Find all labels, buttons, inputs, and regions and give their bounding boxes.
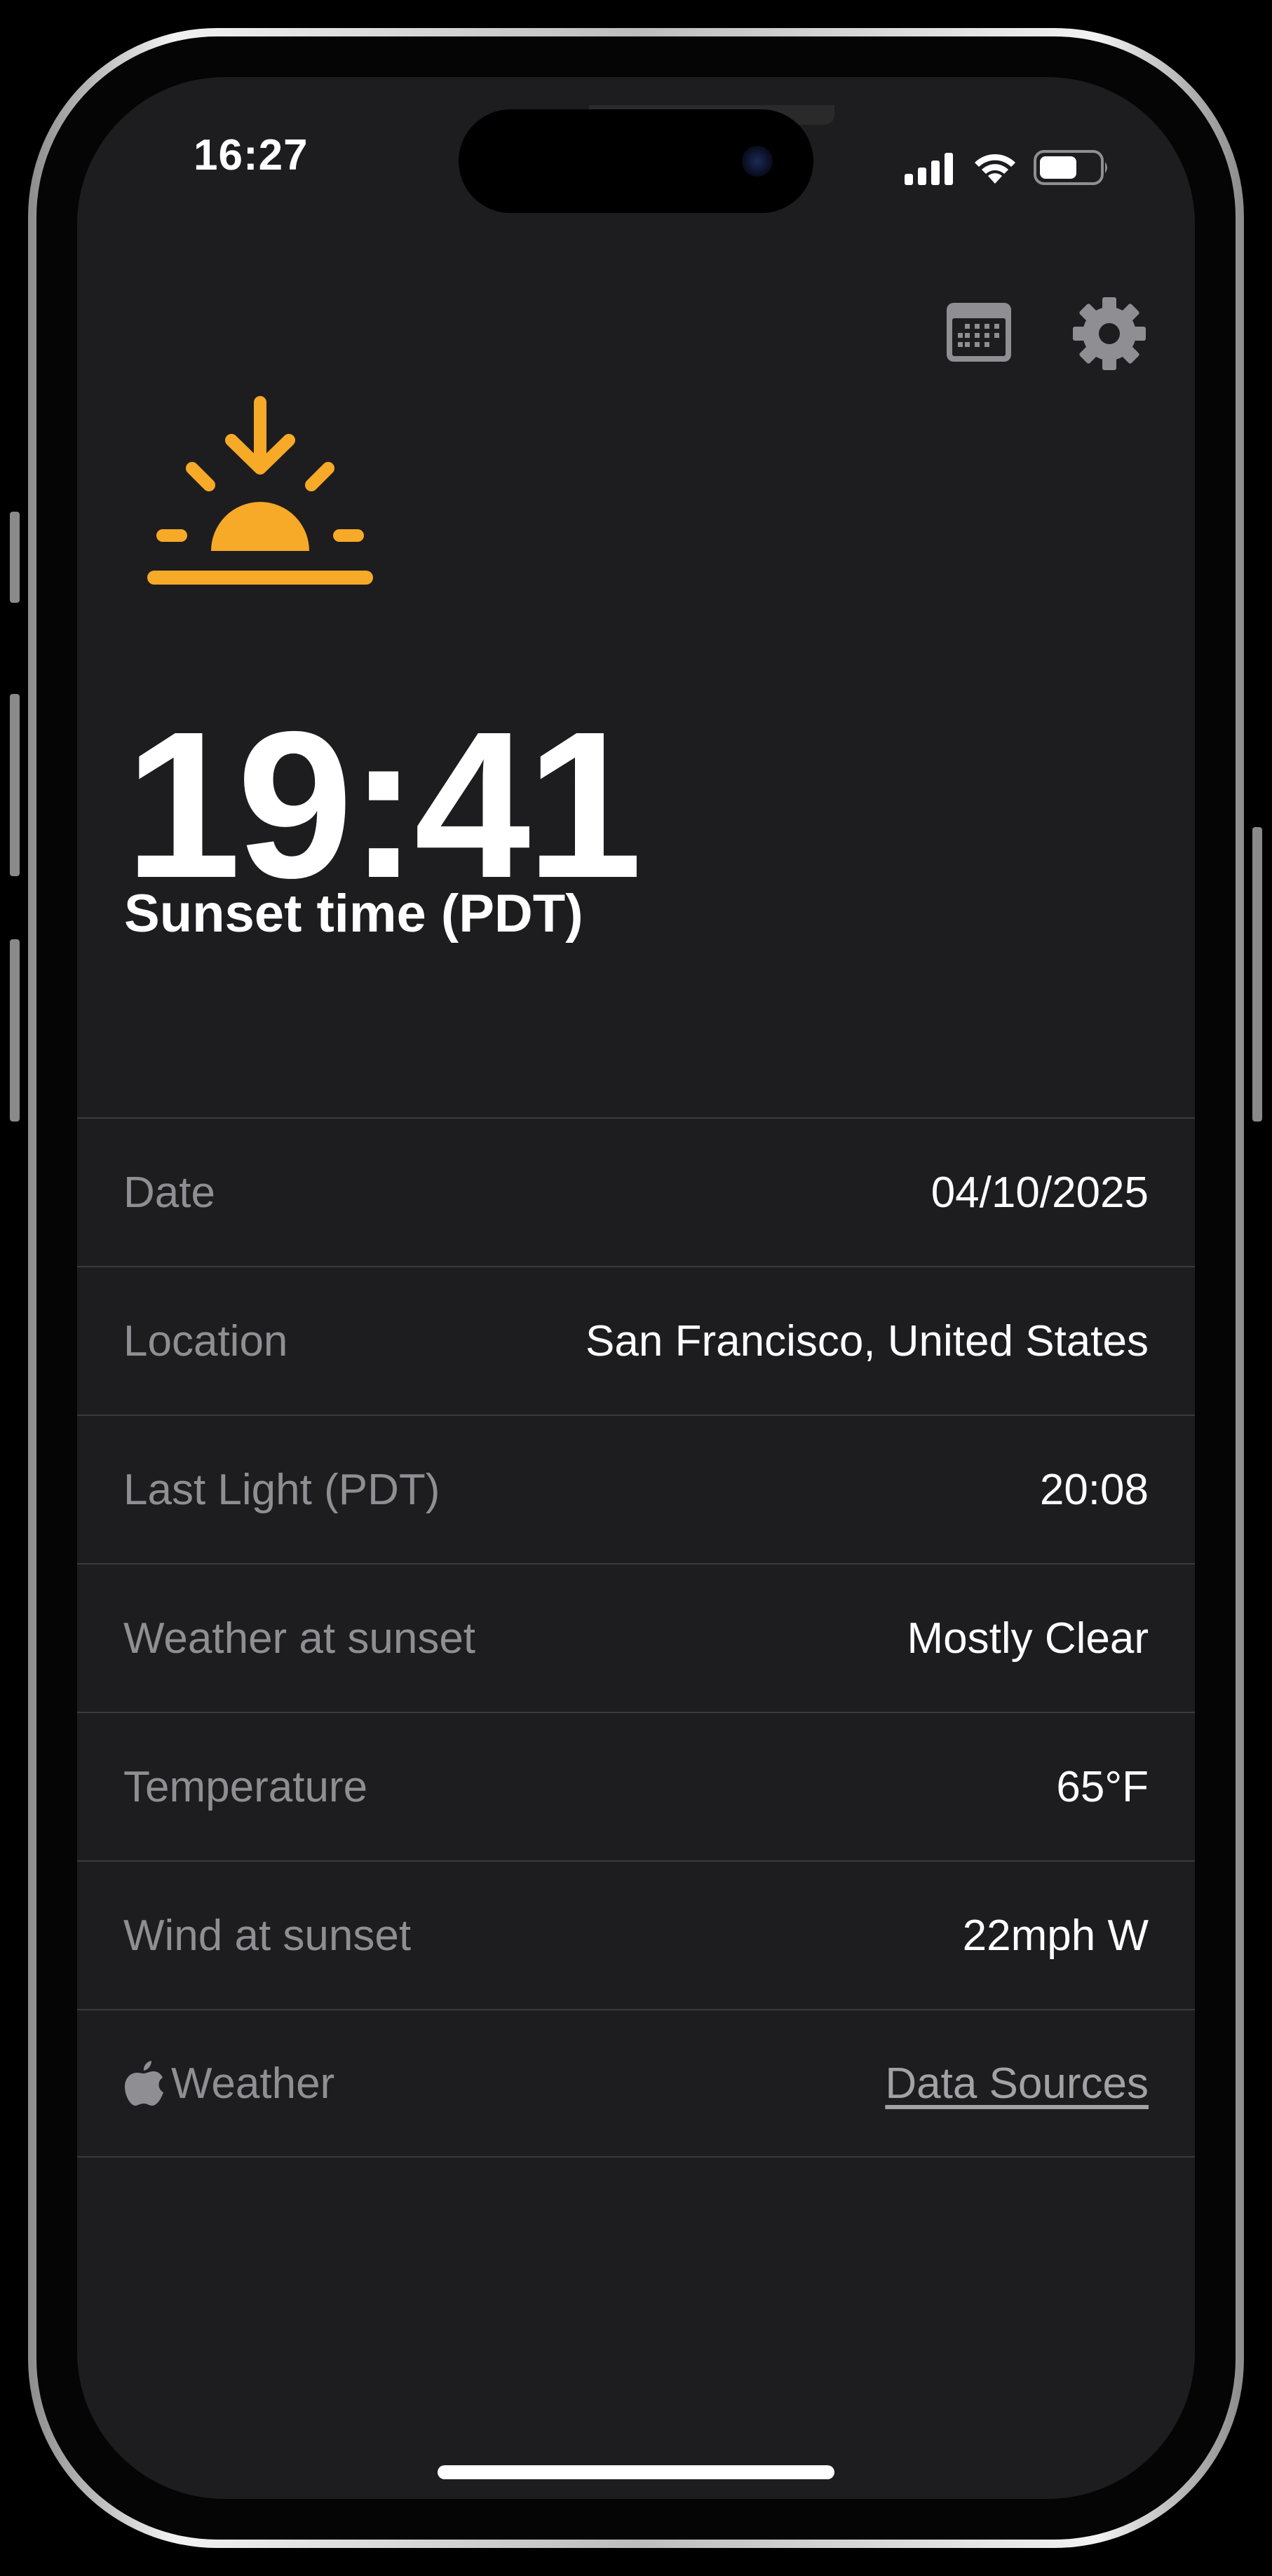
weather-attribution: Weather	[123, 2059, 334, 2108]
detail-row-weather: Weather at sunset Mostly Clear	[77, 1563, 1195, 1712]
calendar-button[interactable]	[944, 297, 1014, 367]
settings-button[interactable]	[1073, 297, 1146, 370]
detail-label: Temperature	[123, 1762, 368, 1811]
detail-label: Date	[123, 1168, 215, 1217]
detail-row-last-light: Last Light (PDT) 20:08	[77, 1415, 1195, 1563]
sunset-icon	[144, 395, 376, 595]
status-bar-time: 16:27	[194, 131, 309, 179]
detail-row-wind: Wind at sunset 22mph W	[77, 1860, 1195, 2009]
home-indicator[interactable]	[438, 2465, 834, 2479]
wifi-icon	[975, 154, 1015, 184]
detail-label: Weather at sunset	[123, 1614, 476, 1663]
weather-attribution-label: Weather	[171, 2059, 335, 2108]
attribution-row: Weather Data Sources	[77, 2009, 1195, 2158]
app-screen: 16:27 19:41 Sunset time (PDT) Date 04/10…	[77, 77, 1195, 2499]
sunset-time: 19:41	[125, 688, 642, 922]
detail-label: Wind at sunset	[123, 1911, 412, 1960]
detail-value: 04/10/2025	[931, 1168, 1149, 1217]
volume-down-button	[10, 939, 20, 1122]
detail-value: 22mph W	[962, 1911, 1149, 1960]
detail-value: San Francisco, United States	[586, 1316, 1149, 1365]
mute-switch	[10, 512, 20, 603]
detail-label: Location	[123, 1316, 288, 1365]
calendar-icon	[947, 303, 1011, 362]
side-button	[1252, 827, 1262, 1122]
detail-row-temperature: Temperature 65°F	[77, 1712, 1195, 1860]
detail-value: 20:08	[1039, 1465, 1149, 1514]
detail-value: 65°F	[1056, 1762, 1149, 1811]
front-camera	[742, 146, 773, 177]
apple-logo-icon	[125, 2061, 163, 2106]
detail-row-date: Date 04/10/2025	[77, 1117, 1195, 1266]
status-bar-right	[905, 144, 1115, 186]
sunset-time-label: Sunset time (PDT)	[124, 884, 583, 943]
gear-icon	[1073, 297, 1146, 370]
detail-row-location: Location San Francisco, United States	[77, 1266, 1195, 1415]
detail-label: Last Light (PDT)	[123, 1465, 440, 1514]
battery-icon	[1034, 150, 1107, 185]
volume-up-button	[10, 694, 20, 876]
data-sources-link[interactable]: Data Sources	[885, 2059, 1149, 2108]
dynamic-island	[459, 109, 813, 213]
detail-value: Mostly Clear	[907, 1614, 1149, 1663]
cellular-signal-icon	[905, 153, 953, 185]
details-list: Date 04/10/2025 Location San Francisco, …	[77, 1117, 1195, 2158]
